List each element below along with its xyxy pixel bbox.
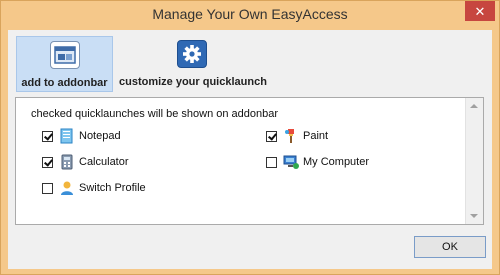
tab-label: add to addonbar [21,77,108,89]
item-label: Calculator [79,156,129,168]
notepad-checkbox[interactable] [42,130,53,142]
list-item-notepad[interactable]: Notepad [42,127,121,145]
title-bar[interactable]: Manage Your Own EasyAccess ✕ [1,1,499,29]
ok-button[interactable]: OK [414,236,486,258]
gear-icon [177,40,207,68]
vertical-scrollbar[interactable] [465,98,483,224]
switch-profile-checkbox[interactable] [42,182,53,194]
list-item-paint[interactable]: Paint [266,127,328,145]
calculator-checkbox[interactable] [42,156,53,168]
dialog-body: add to addonbar customize your quicklaun… [8,30,492,269]
scroll-down-arrow-icon[interactable] [470,214,478,218]
window-title: Manage Your Own EasyAccess [152,6,348,22]
my-computer-checkbox[interactable] [266,156,277,168]
paint-checkbox[interactable] [266,130,277,142]
computer-icon [283,154,299,170]
quicklaunch-list: checked quicklaunches will be shown on a… [15,97,484,225]
tab-label: customize your quicklaunch [119,76,267,88]
item-label: Switch Profile [79,182,146,194]
close-icon: ✕ [474,3,486,19]
list-item-my-computer[interactable]: My Computer [266,153,369,171]
item-label: Notepad [79,130,121,142]
calculator-icon [59,154,75,170]
addonbar-icon [50,41,80,69]
item-label: Paint [303,130,329,142]
list-item-switch-profile[interactable]: Switch Profile [42,179,146,197]
notepad-icon [59,128,75,144]
list-heading: checked quicklaunches will be shown on a… [31,108,279,120]
tab-add-to-addonbar[interactable]: add to addonbar [16,36,113,92]
close-button[interactable]: ✕ [465,1,495,21]
scroll-up-arrow-icon[interactable] [470,104,478,108]
paint-icon [283,128,299,144]
tab-customize-quicklaunch[interactable]: customize your quicklaunch [119,36,267,92]
profile-icon [59,180,75,196]
dialog-window: Manage Your Own EasyAccess ✕ add to addo… [0,0,500,275]
item-label: My Computer [303,156,370,168]
list-item-calculator[interactable]: Calculator [42,153,129,171]
